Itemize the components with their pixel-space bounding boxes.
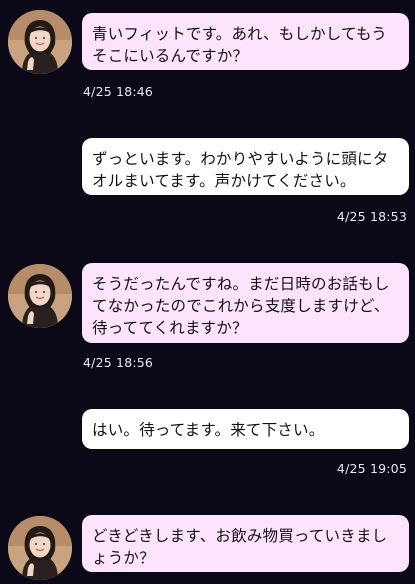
message-bubble-incoming[interactable]: そうだったんですね。まだ日時のお話もしてなかったのでこれから支度しますけど、待っ… xyxy=(82,263,409,343)
message-bubble-incoming[interactable]: 青いフィットです。あれ、もしかしてもうそこにいるんですか？ xyxy=(82,13,409,70)
chat-thread: 青いフィットです。あれ、もしかしてもうそこにいるんですか？ 4/25 18:46… xyxy=(0,0,415,584)
message-text: どきどきします、お飲み物買っていきましょうか？ xyxy=(92,527,388,567)
message-text: そうだったんですね。まだ日時のお話もしてなかったのでこれから支度しますけど、待っ… xyxy=(92,275,390,337)
message-timestamp: 4/25 18:53 xyxy=(336,209,407,224)
message-timestamp: 4/25 19:05 xyxy=(336,461,407,476)
message-timestamp: 4/25 18:46 xyxy=(83,84,154,99)
message-timestamp: 4/25 18:56 xyxy=(83,355,154,370)
woman-profile-icon xyxy=(8,10,72,74)
message-bubble-outgoing[interactable]: ずっといます。わかりやすいように頭にタオルまいてます。声かけてください。 xyxy=(82,138,409,195)
message-bubble-incoming[interactable]: どきどきします、お飲み物買っていきましょうか？ xyxy=(82,515,409,572)
woman-profile-icon xyxy=(8,264,72,328)
message-text: ずっといます。わかりやすいように頭にタオルまいてます。声かけてください。 xyxy=(92,150,389,190)
message-text: 青いフィットです。あれ、もしかしてもうそこにいるんですか？ xyxy=(92,25,387,65)
woman-profile-icon xyxy=(8,516,72,580)
message-text: はい。待ってます。来て下さい。 xyxy=(92,421,325,439)
avatar[interactable] xyxy=(8,264,72,328)
message-bubble-outgoing[interactable]: はい。待ってます。来て下さい。 xyxy=(82,409,409,449)
avatar[interactable] xyxy=(8,516,72,580)
avatar[interactable] xyxy=(8,10,72,74)
